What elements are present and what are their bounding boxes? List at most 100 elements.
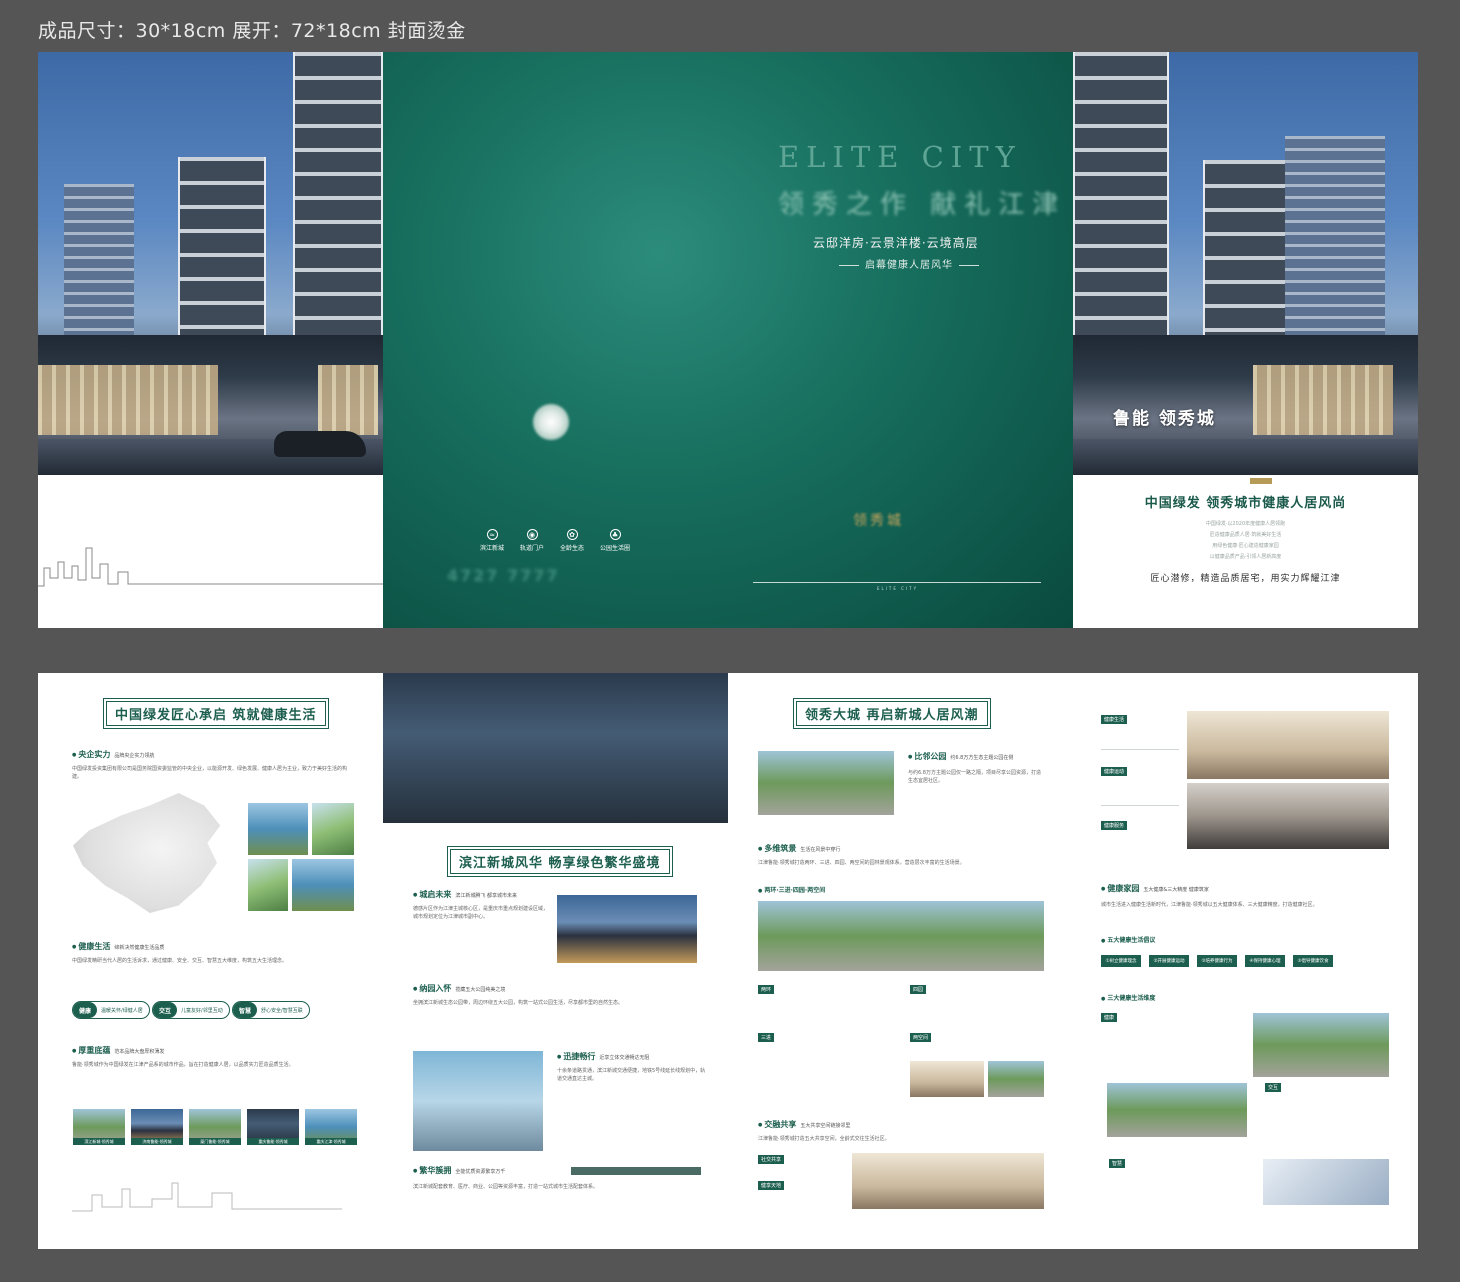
feature-item: ≈ 滨江新城 [480,529,505,552]
skyline-illustration [38,547,383,587]
photo [910,1061,984,1097]
intro-caption: 匠心潜修，精造品质居宅，用实力辉耀江津 [1150,574,1341,584]
cover-phone: 4727 7777 [447,566,560,585]
page-title: 中国绿发匠心承启 筑就健康生活 [103,698,329,729]
photo [248,803,308,855]
section-text: 与约6.8万方主题公园仅一路之隔，项目尽享公园资源，打造生态宜居社区。 [908,770,1041,784]
section-text: 江津鲁能·领秀城打造两环、三进、四园、两空间的园林景观体系，营造层次丰富的生活场… [758,860,965,866]
accent-bar [571,1167,701,1175]
section-text: 坐拥滨江新城生态公园带，周边环绕五大公园，构筑一站式公园生活，尽享都市里的自然生… [413,1000,624,1006]
outer-spread: ELITE CITY 领秀之作 献礼江津 云邸洋房·云景洋楼·云境高层 启幕健康… [38,52,1418,628]
page-2: 滨江新城风华 畅享绿色繁华盛境 城启未来滨江新城腾飞 都享城市未来 德感片区作为… [383,673,728,1249]
skyline-illustration [72,1182,342,1212]
cover-product-types: 云邸洋房·云景洋楼·云境高层 [813,236,979,250]
photo [1107,1083,1247,1137]
page-4: 健康生活 健康运动 健康服务 健康家园五大健康&三大精度 健康筑家 城市生活进入… [1073,673,1418,1249]
section-title: 城启未来滨江新城腾飞 都享城市未来 [413,889,517,900]
spec-caption: 成品尺寸：30*18cm 展开：72*18cm 封面烫金 [38,20,466,42]
feature-item: ◉ 轨道门户 [520,529,545,552]
section-title: 繁华簇拥全能优质资源繁享万千 [413,1165,505,1176]
tag: 健康 [1101,1013,1118,1022]
section-title: 央企实力品牌央企实力领航 [72,749,154,760]
interior-photo [1187,711,1389,779]
cover-mini-text: ELITE CITY [877,586,919,591]
divider [1101,749,1179,750]
cover-slogan: 领秀之作 献礼江津 [778,190,1067,220]
intro-line: 中国绿发·以2020年度健康人居领跑 [1205,521,1286,527]
leaf-icon: ✿ [566,529,578,540]
section-text: 滨江新城配套教育、医疗、商业、公园等资源丰富，打造一站式城市生活配套体系。 [413,1184,599,1190]
interior-photo [852,1153,1044,1209]
section-title: 多维筑景生活在风景中穿行 [758,843,840,854]
metro-icon: ◉ [526,529,538,540]
tree-icon: ♣ [609,529,621,540]
photo [557,895,697,963]
section-text: 十余条道路贯通，滨江新城交通便捷，地铁5号线延长线规划中，轨道交通直达主城。 [557,1068,706,1082]
project-thumb: 重庆江津·领秀城 [305,1109,357,1145]
china-map [73,793,221,913]
health-initiatives: ①树立健康理念 ②开展健康运动 ③培养健康行为 ④保持健康心理 ⑤倡导健康饮食 [1101,955,1333,967]
section-text: 江津鲁能·领秀城打造五大共享空间，全龄式交往生活社区。 [758,1136,890,1142]
logo-seal [533,404,569,440]
concept-pill: 健康 温暖关怀/绿健人居 [72,1001,150,1019]
section-title: 迅捷畅行近享立体交通畅达无阻 [557,1051,649,1062]
intro-text: 中国绿发 领秀城市健康人居风尚 中国绿发·以2020年度健康人居领跑 匠造健康品… [1073,492,1418,584]
lobby-photo [1187,783,1389,849]
project-thumbs: 滨江新城·领秀城 济南鲁能·领秀城 厦门鲁能·领秀城 重庆鲁能·领秀城 重庆江津… [73,1109,357,1145]
park-photo [758,751,894,815]
tag: 健享天地 [758,1181,785,1190]
tag: 四园 [910,985,927,994]
tag: 两环 [758,985,775,994]
intro-line: 匠造健康品质人居·筑就美好生活 [1209,532,1282,538]
cover-tagline: 启幕健康人居风华 [833,256,985,271]
project-logo: 鲁能 领秀城 [1113,409,1216,429]
train-photo [413,1051,543,1151]
section-text: 德感片区作为江津主城核心区，是重庆市重点规划建设区域，城市规划定位为江津城市副中… [413,906,549,920]
smart-photo [1263,1159,1389,1205]
cover-brand-mark: 领秀城 [853,513,904,529]
tag: 健康生活 [1101,715,1128,724]
tag: 三进 [758,1033,775,1042]
project-thumb: 济南鲁能·领秀城 [131,1109,183,1145]
page-3: 领秀大城 再启新城人居风潮 比邻公园约6.8万方生态主题公园在侧 与约6.8万方… [728,673,1073,1249]
initiative-chip: ①树立健康理念 [1101,955,1141,967]
initiative-chip: ⑤倡导健康饮食 [1293,955,1333,967]
photo [292,859,354,911]
section-title: 健康生活缔新决然健康生活品质 [72,941,164,952]
project-thumb: 重庆鲁能·领秀城 [247,1109,299,1145]
river-icon: ≈ [486,529,498,540]
inner-spread: 中国绿发匠心承启 筑就健康生活 央企实力品牌央企实力领航 中国绿发投资集团有限公… [38,673,1418,1249]
initiative-chip: ②开展健康运动 [1149,955,1189,967]
project-thumb: 滨江新城·领秀城 [73,1109,125,1145]
sub-title: 两环·三进·四园·两空间 [758,885,825,894]
initiative-chip: ③培养健康行为 [1197,955,1237,967]
intro-line: 以健康品质产品·引领人居新高度 [1209,554,1282,560]
feature-item: ✿ 全龄生态 [560,529,585,552]
intro-heading: 中国绿发 领秀城市健康人居风尚 [1144,496,1347,511]
section-text: 鲁能·领秀城作为中国绿发在江津产品系的城市作品，旨在打造健康人居，以品质实力匠造… [72,1062,294,1068]
section-title: 厚重底蕴范本品牌大盘厚积薄发 [72,1045,164,1056]
divider [753,582,1041,583]
tag: 两空间 [910,1033,932,1042]
back-cover-panel [38,52,383,628]
cover-features: ≈ 滨江新城 ◉ 轨道门户 ✿ 全龄生态 ♣ 公园生活圈 [480,529,630,552]
project-thumb: 厦门鲁能·领秀城 [189,1109,241,1145]
inner-flap-panel: 鲁能 领秀城 中国绿发 领秀城市健康人居风尚 中国绿发·以2020年度健康人居领… [1073,52,1418,628]
building-photo [38,52,383,475]
concept-pill: 交互 儿童友好/邻里互动 [152,1001,230,1019]
tag: 交互 [1265,1083,1282,1092]
section-title: 交融共享五大共享空间链接邻里 [758,1119,850,1130]
photo [312,803,354,855]
tag: 健康服务 [1101,821,1128,830]
divider [1101,805,1179,806]
feature-item: ♣ 公园生活圈 [600,529,631,552]
page-title: 领秀大城 再启新城人居风潮 [793,698,991,729]
section-title: 比邻公园约6.8万方生态主题公园在侧 [908,751,1013,762]
gold-mark [1250,478,1272,484]
concept-pill: 智慧 舒心安全/智慧互联 [232,1001,310,1019]
section-text: 城市生活进入健康生活新时代，江津鲁能·领秀城以五大健康体系、三大健康精度，打造健… [1101,902,1318,908]
intro-line: 用绿色健康·匠心建造健康家园 [1212,543,1279,549]
section-text: 中国绿发投资集团有限公司是国务院国资委监管的中央企业，以能源开发、绿色发展、健康… [72,766,348,780]
tag: 智慧 [1109,1159,1126,1168]
tag: 健康运动 [1101,767,1128,776]
